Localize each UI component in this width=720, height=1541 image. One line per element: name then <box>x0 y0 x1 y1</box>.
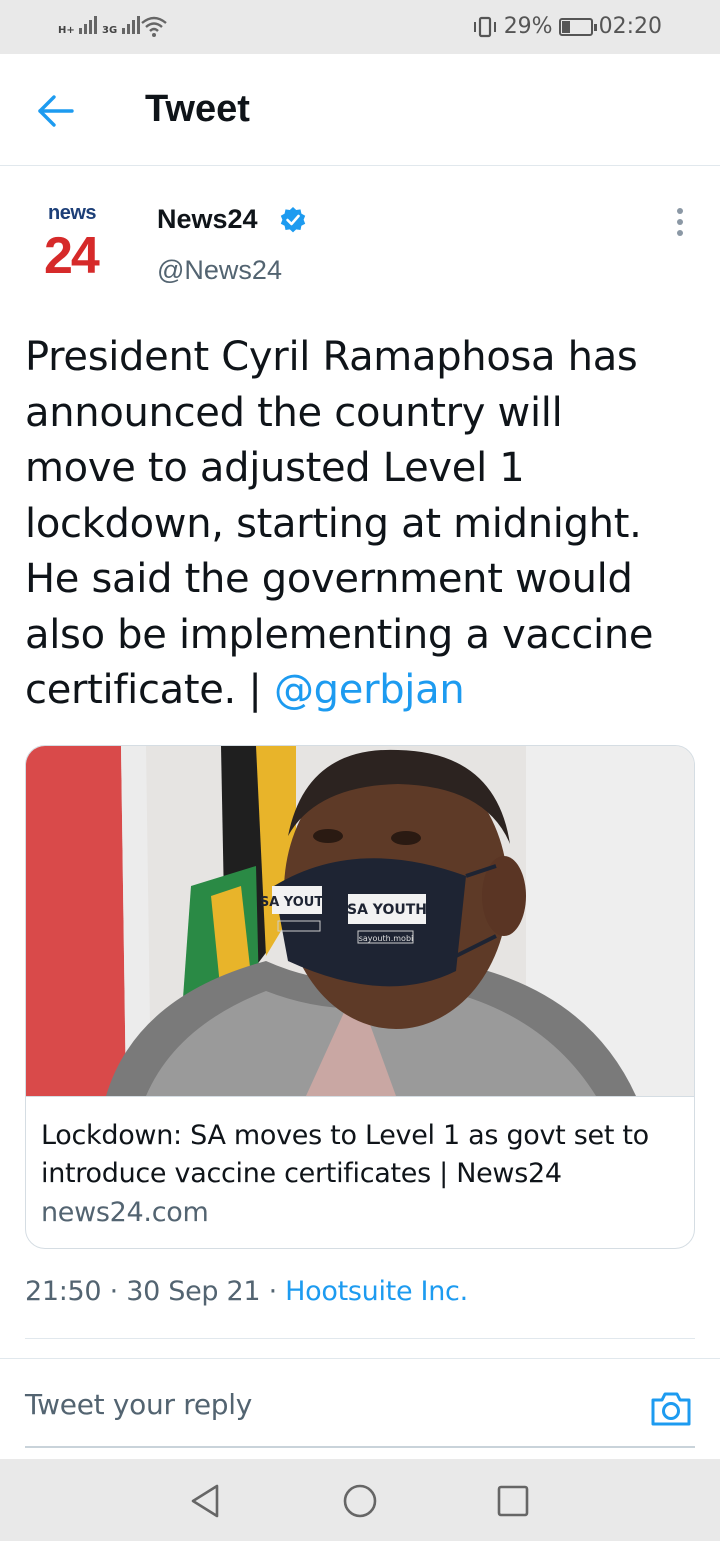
more-dot <box>677 219 683 225</box>
avatar-logo-line2: 24 <box>44 227 100 285</box>
mask-url: sayouth.mobi <box>359 934 414 943</box>
divider <box>0 1358 720 1359</box>
meta-separator: · <box>268 1276 278 1307</box>
vibrate-icon <box>473 16 496 37</box>
card-title: Lockdown: SA moves to Level 1 as govt se… <box>41 1120 649 1189</box>
more-dot <box>677 230 683 236</box>
avatar-logo-line1: news <box>48 202 97 224</box>
system-nav-bar <box>0 1459 720 1541</box>
meta-separator: · <box>109 1276 119 1307</box>
wifi-icon <box>141 16 167 37</box>
tweet-meta: 21:50 · 30 Sep 21 · Hootsuite Inc. <box>25 1276 468 1307</box>
battery-icon <box>558 17 597 36</box>
tweet-time: 21:50 <box>25 1276 102 1307</box>
link-card[interactable]: SA YOUTH SA YOUTH sayouth.mobi Lockdown:… <box>25 745 695 1249</box>
card-body: Lockdown: SA moves to Level 1 as govt se… <box>26 1096 694 1248</box>
tweet-text: President Cyril Ramaphosa has announced … <box>25 330 685 719</box>
tweet-source-link[interactable]: Hootsuite Inc. <box>285 1276 468 1307</box>
header: Tweet <box>0 54 720 166</box>
article-image: SA YOUTH SA YOUTH sayouth.mobi <box>26 746 694 1096</box>
mask-text-right: SA YOUTH <box>347 902 427 918</box>
verified-badge-icon <box>280 207 306 233</box>
more-dot <box>677 208 683 214</box>
author-handle[interactable]: @News24 <box>157 255 282 286</box>
tweet-date: 30 Sep 21 <box>126 1276 261 1307</box>
mention-link[interactable]: @gerbjan <box>274 667 465 713</box>
author-name[interactable]: News24 <box>157 204 258 235</box>
divider <box>25 1338 695 1339</box>
recents-square-icon[interactable] <box>493 1481 533 1521</box>
camera-icon[interactable] <box>648 1386 694 1432</box>
tweet-body: President Cyril Ramaphosa has announced … <box>25 334 654 713</box>
signal-label-3g: 3G <box>102 25 118 36</box>
reply-input[interactable]: Tweet your reply <box>25 1388 625 1434</box>
signal-icon-3g: 3G <box>102 12 143 36</box>
page-title: Tweet <box>145 88 250 130</box>
battery-percent: 29% <box>503 14 553 39</box>
home-circle-icon[interactable] <box>340 1481 380 1521</box>
status-bar: H+ 3G 29% 02:20 <box>0 0 720 54</box>
more-vertical-icon[interactable] <box>664 205 696 239</box>
status-time: 02:20 <box>598 14 662 39</box>
battery-fill <box>561 20 570 33</box>
signal-label-hplus: H+ <box>58 25 75 36</box>
status-right: 29% 02:20 <box>472 14 662 39</box>
mask-text-left: SA YOUTH <box>260 895 334 910</box>
signal-icon: H+ <box>58 12 100 36</box>
arrow-left-icon[interactable] <box>30 86 80 136</box>
avatar[interactable]: news 24 <box>30 200 126 296</box>
reply-underline <box>25 1446 695 1448</box>
back-triangle-icon[interactable] <box>186 1481 226 1521</box>
card-domain: news24.com <box>41 1197 209 1228</box>
